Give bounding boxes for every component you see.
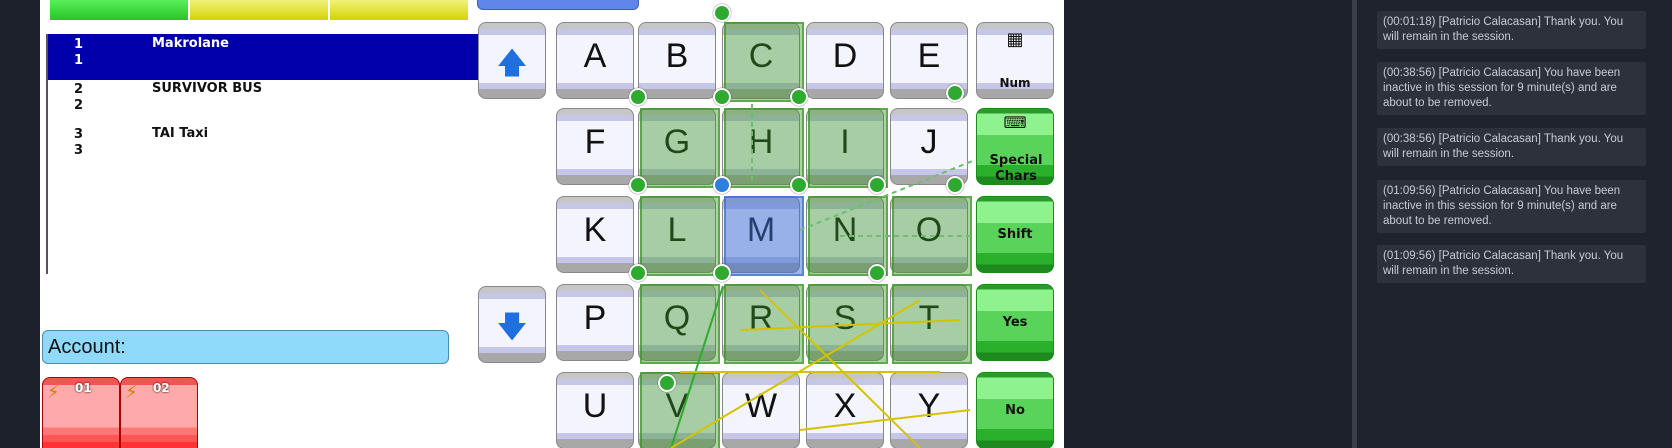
pos-app: 11 Makrolane 22 SURVIVOR BUS 33 TAI Taxi…	[40, 0, 1064, 448]
pin-icon[interactable]	[713, 88, 731, 106]
pin-icon[interactable]	[629, 176, 647, 194]
path-line	[739, 319, 961, 331]
target-pin-icon[interactable]	[713, 176, 731, 194]
pin-icon[interactable]	[868, 264, 886, 282]
pin-icon[interactable]	[868, 176, 886, 194]
chat-message: (01:09:56) [Patricio Calacasan] You have…	[1377, 180, 1646, 233]
chat-message: (01:09:56) [Patricio Calacasan] Thank yo…	[1377, 245, 1646, 283]
pin-icon[interactable]	[790, 88, 808, 106]
pin-icon[interactable]	[946, 176, 964, 194]
chat-message: (00:38:56) [Patricio Calacasan] Thank yo…	[1377, 128, 1646, 166]
path-line	[670, 285, 724, 448]
pin-icon[interactable]	[629, 264, 647, 282]
pin-icon[interactable]	[790, 176, 808, 194]
pin-icon[interactable]	[713, 4, 731, 22]
pin-icon[interactable]	[658, 374, 676, 392]
path-line	[670, 299, 921, 448]
pin-icon[interactable]	[713, 264, 731, 282]
path-line	[799, 159, 976, 231]
chat-message: (00:38:56) [Patricio Calacasan] You have…	[1377, 62, 1646, 115]
pin-icon[interactable]	[629, 88, 647, 106]
path-overlay	[670, 104, 976, 448]
chat-panel: (00:01:18) [Patricio Calacasan] Thank yo…	[1357, 0, 1672, 448]
pin-icon[interactable]	[946, 84, 964, 102]
chat-message: (00:01:18) [Patricio Calacasan] Thank yo…	[1377, 11, 1646, 49]
dark-panel	[1064, 0, 1352, 448]
